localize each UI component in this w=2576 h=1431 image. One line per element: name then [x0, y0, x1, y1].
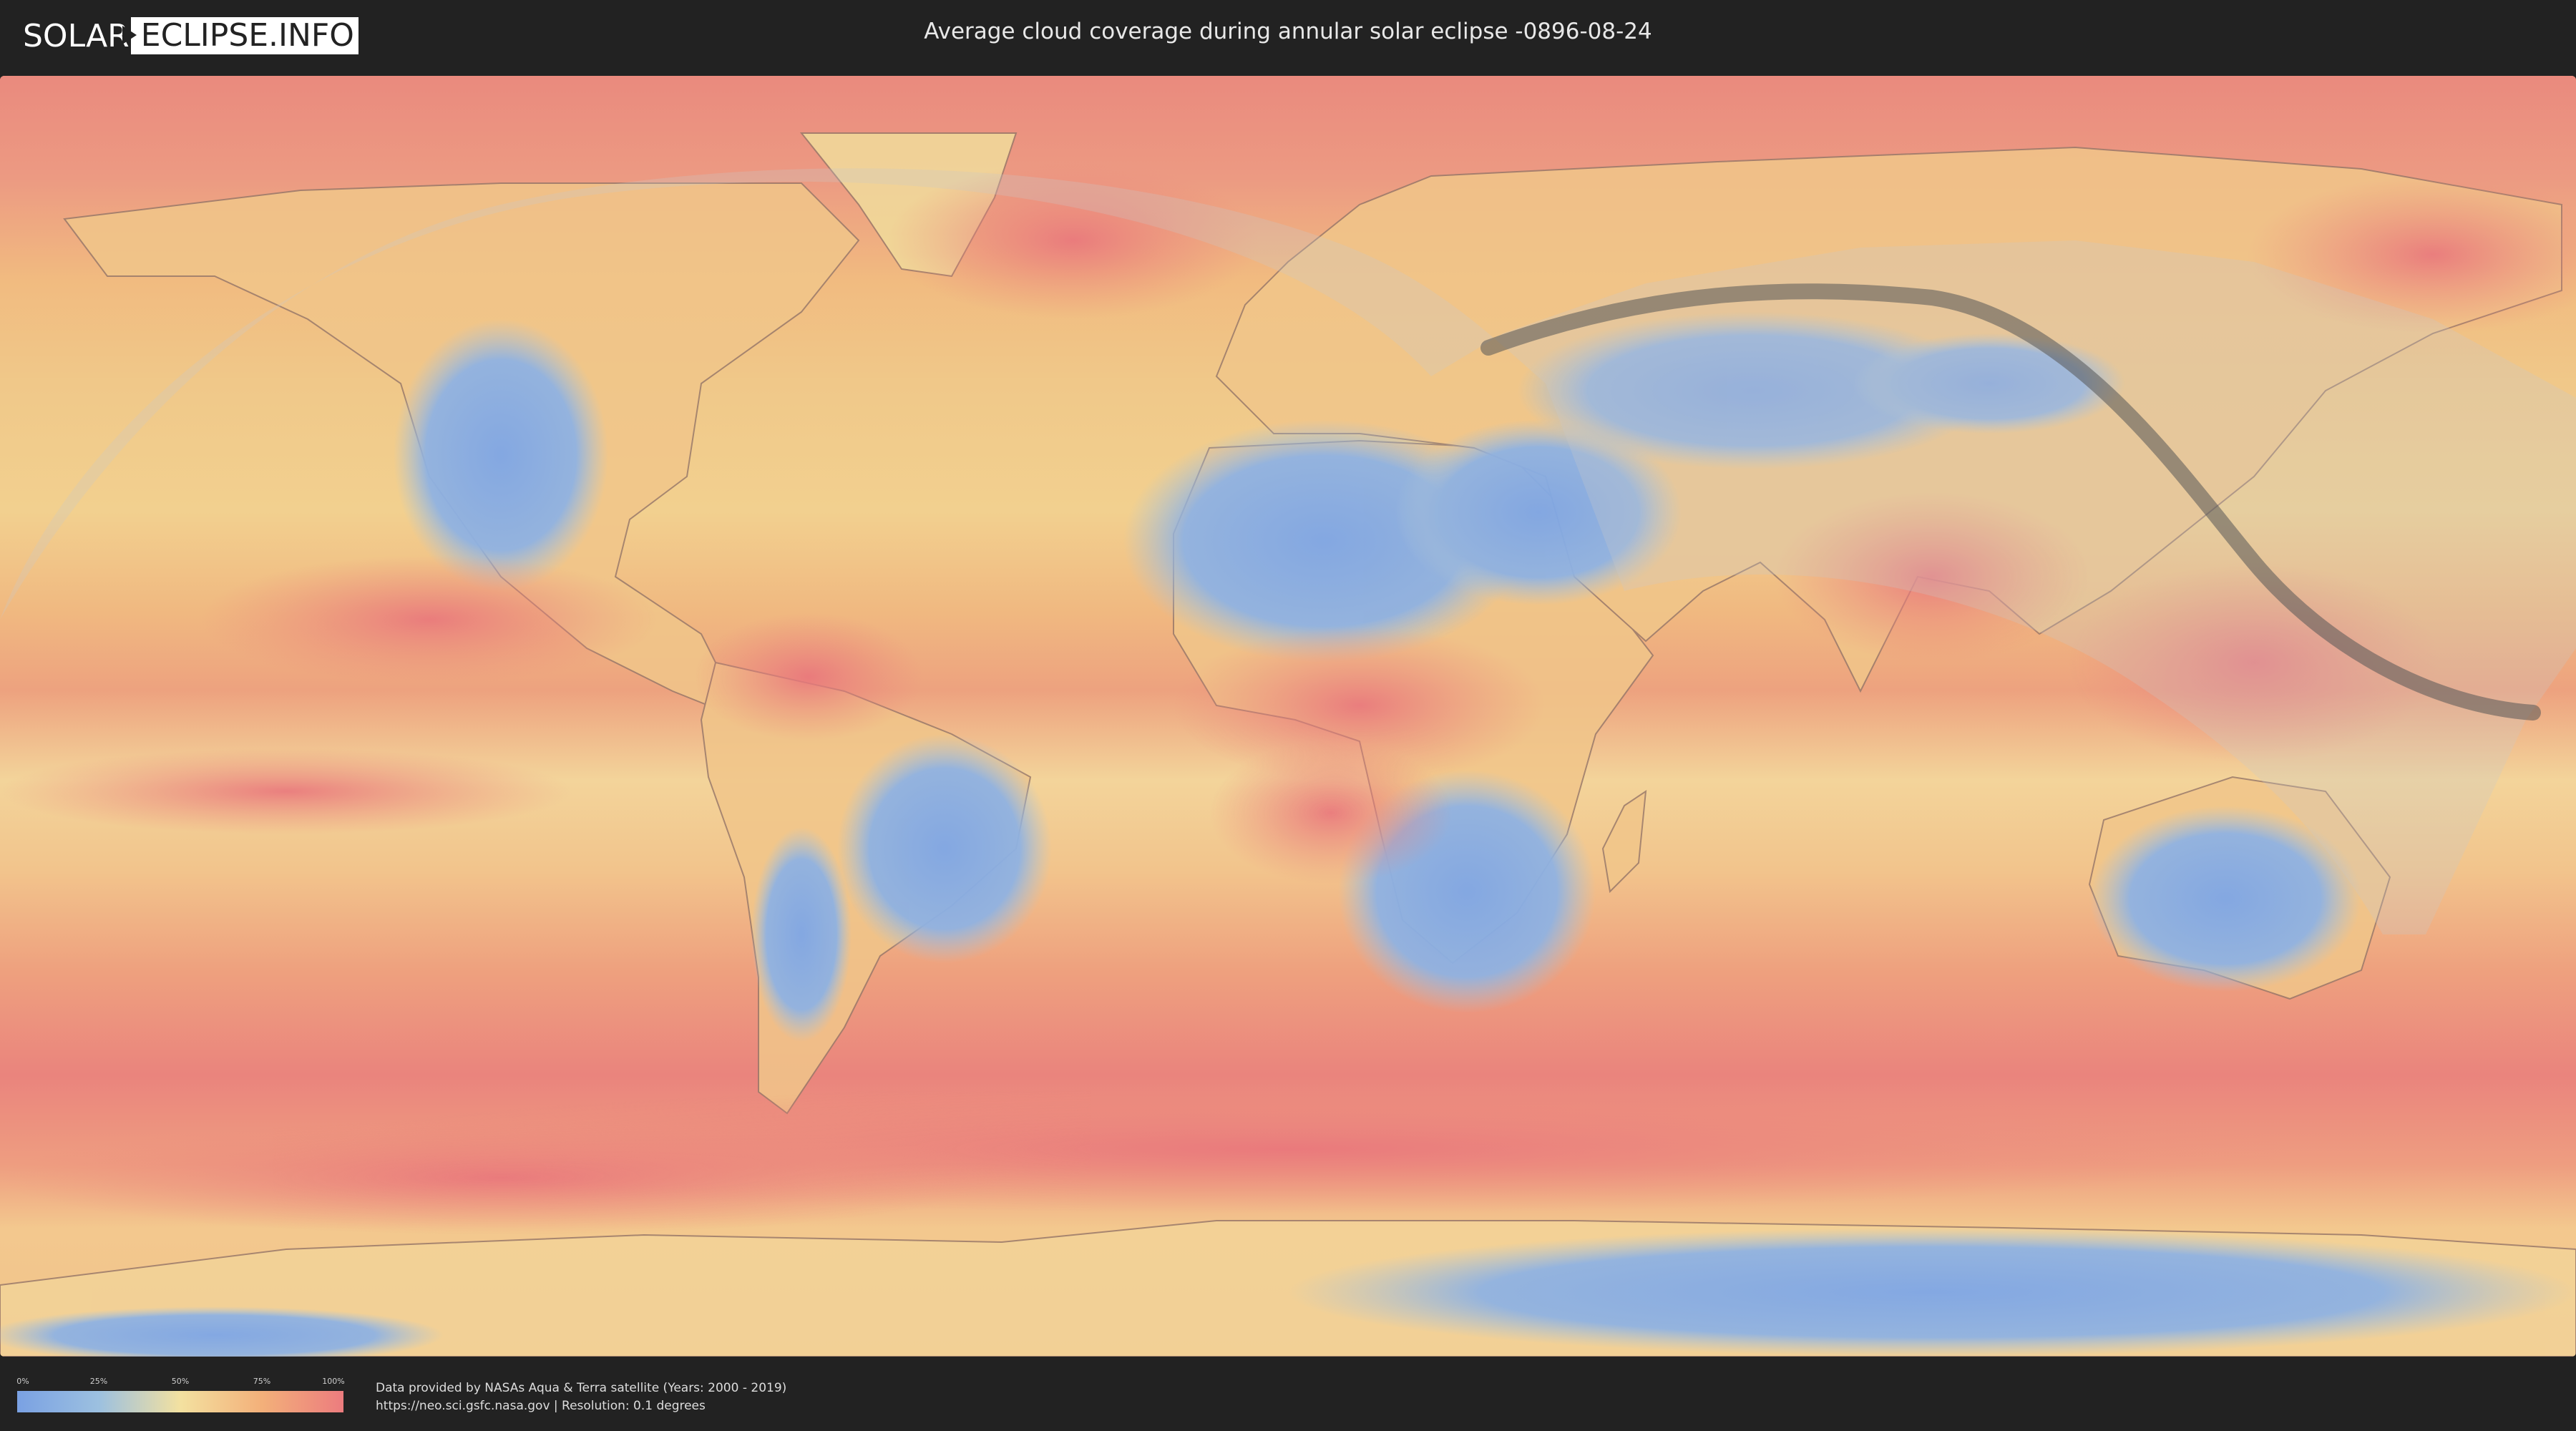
page-title: Average cloud coverage during annular so… — [924, 19, 1652, 44]
data-credits: Data provided by NASAs Aqua & Terra sate… — [376, 1379, 786, 1415]
legend-tick-50: 50% — [171, 1377, 190, 1386]
legend-tick-75: 75% — [253, 1377, 271, 1386]
legend-tick-25: 25% — [89, 1377, 108, 1386]
credit-line-url[interactable]: https://neo.sci.gsfc.nasa.gov | Resoluti… — [376, 1397, 786, 1415]
world-map-svg — [0, 76, 2576, 1357]
legend-color-bar — [17, 1391, 343, 1412]
cloud-coverage-legend: 0% 25% 50% 75% 100% — [16, 1377, 345, 1414]
top-bar: SOLAR ECLIPSE.INFO Average cloud coverag… — [0, 0, 2576, 70]
legend-ticks: 0% 25% 50% 75% 100% — [16, 1377, 345, 1388]
credit-line-source: Data provided by NASAs Aqua & Terra sate… — [376, 1381, 787, 1395]
legend-tick-100: 100% — [322, 1377, 345, 1386]
cloud-coverage-map[interactable] — [0, 76, 2576, 1357]
legend-tick-0: 0% — [16, 1377, 29, 1386]
